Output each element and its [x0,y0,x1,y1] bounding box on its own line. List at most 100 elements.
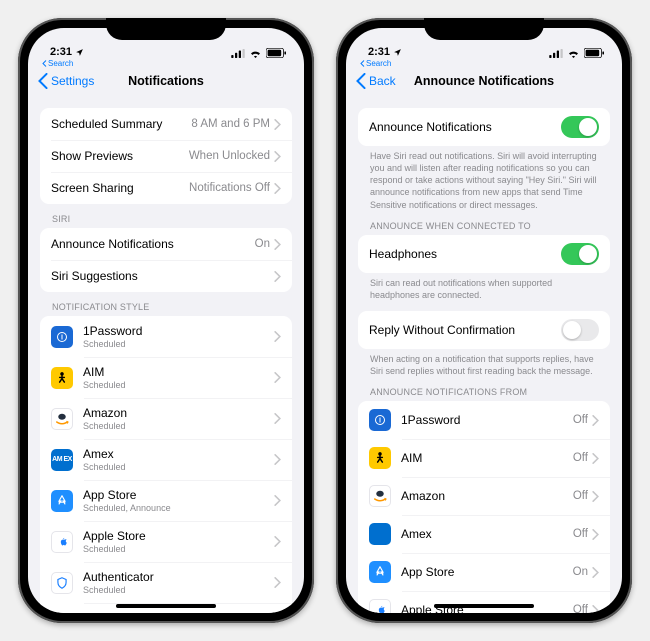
app-icon [51,531,73,553]
chevron-right-icon [274,413,281,424]
phone-left: 2:31 Search [18,18,314,623]
settings-row[interactable]: Announce Notifications On [40,228,292,260]
phone-right: 2:31 Search [336,18,632,623]
breadcrumb-label: Search [48,59,73,68]
chevron-right-icon [592,491,599,502]
chevron-right-icon [592,529,599,540]
row-label: Show Previews [51,149,189,163]
row-value: When Unlocked [189,150,270,162]
chevron-right-icon [592,605,599,613]
app-icon [369,599,391,613]
app-name: Amex [401,527,573,541]
location-icon [393,48,402,57]
app-name: Amazon [83,406,274,420]
app-row[interactable]: Apple Store Scheduled [40,521,292,562]
signal-icon [549,49,563,58]
status-time: 2:31 [50,46,72,58]
row-value: 8 AM and 6 PM [191,118,270,130]
app-row[interactable]: Apple Store Off [358,591,610,613]
app-value: On [573,566,588,578]
app-row[interactable]: Amazon Scheduled [40,398,292,439]
app-row[interactable]: AIM Off [358,439,610,477]
app-sub: Scheduled [83,585,274,595]
app-name: Authenticator [83,570,274,584]
headphones-footer: Siri can read out notifications when sup… [358,273,610,301]
app-name: App Store [83,488,274,502]
battery-icon [584,48,604,58]
settings-row[interactable]: Scheduled Summary 8 AM and 6 PM [40,108,292,140]
app-sub: Scheduled [83,462,274,472]
app-icon [51,326,73,348]
app-row[interactable]: 1Password Off [358,401,610,439]
app-row[interactable]: AIM Scheduled [40,357,292,398]
navbar: Settings Notifications [28,68,304,98]
app-value: Off [573,414,588,426]
app-icon [369,485,391,507]
settings-row[interactable]: Show Previews When Unlocked [40,140,292,172]
from-header: ANNOUNCE NOTIFICATIONS FROM [358,387,610,401]
app-value: Off [573,528,588,540]
announce-label: Announce Notifications [369,120,561,134]
announce-row[interactable]: Announce Notifications [358,108,610,146]
reply-toggle[interactable] [561,319,599,341]
home-indicator[interactable] [116,604,216,608]
chevron-right-icon [274,495,281,506]
app-value: Off [573,452,588,464]
app-icon [51,572,73,594]
back-button[interactable]: Back [356,73,396,89]
chevron-right-icon [274,454,281,465]
app-icon [369,523,391,545]
breadcrumb[interactable]: Search [346,59,622,68]
chevron-right-icon [592,453,599,464]
back-label: Settings [51,74,94,88]
headphones-row[interactable]: Headphones [358,235,610,273]
group-header-style: NOTIFICATION STYLE [40,302,292,316]
chevron-right-icon [274,239,281,250]
connect-header: ANNOUNCE WHEN CONNECTED TO [358,221,610,235]
chevron-right-icon [274,271,281,282]
app-row[interactable]: Authenticator Scheduled [40,562,292,603]
app-row[interactable]: App Store On [358,553,610,591]
headphones-toggle[interactable] [561,243,599,265]
announce-footer: Have Siri read out notifications. Siri w… [358,146,610,211]
notch [424,18,544,40]
app-row[interactable]: Amazon Off [358,477,610,515]
row-label: Screen Sharing [51,181,189,195]
app-value: Off [573,490,588,502]
app-row[interactable]: AM EX Amex Scheduled [40,439,292,480]
app-icon: AM EX [51,449,73,471]
wifi-icon [567,49,580,58]
settings-row[interactable]: Screen Sharing Notifications Off [40,172,292,204]
app-row[interactable]: App Store Scheduled, Announce [40,480,292,521]
battery-icon [266,48,286,58]
row-value: Notifications Off [189,182,270,194]
app-row[interactable]: Amex Off [358,515,610,553]
reply-footer: When acting on a notification that suppo… [358,349,610,377]
row-label: Announce Notifications [51,237,255,251]
chevron-right-icon [274,331,281,342]
back-button[interactable]: Settings [38,73,94,89]
row-label: Siri Suggestions [51,269,274,283]
settings-row[interactable]: Siri Suggestions [40,260,292,292]
navbar: Back Announce Notifications [346,68,622,98]
wifi-icon [249,49,262,58]
reply-row[interactable]: Reply Without Confirmation [358,311,610,349]
chevron-right-icon [274,577,281,588]
app-name: App Store [401,565,573,579]
home-indicator[interactable] [434,604,534,608]
chevron-right-icon [592,415,599,426]
app-name: Amazon [401,489,573,503]
status-time: 2:31 [368,46,390,58]
app-row[interactable]: 1Password Scheduled [40,316,292,357]
app-icon [51,367,73,389]
app-icon [369,561,391,583]
app-value: Off [573,604,588,613]
chevron-right-icon [274,372,281,383]
app-sub: Scheduled [83,380,274,390]
notch [106,18,226,40]
chevron-right-icon [274,536,281,547]
back-label: Back [369,74,396,88]
app-icon [51,490,73,512]
announce-toggle[interactable] [561,116,599,138]
breadcrumb[interactable]: Search [28,59,304,68]
